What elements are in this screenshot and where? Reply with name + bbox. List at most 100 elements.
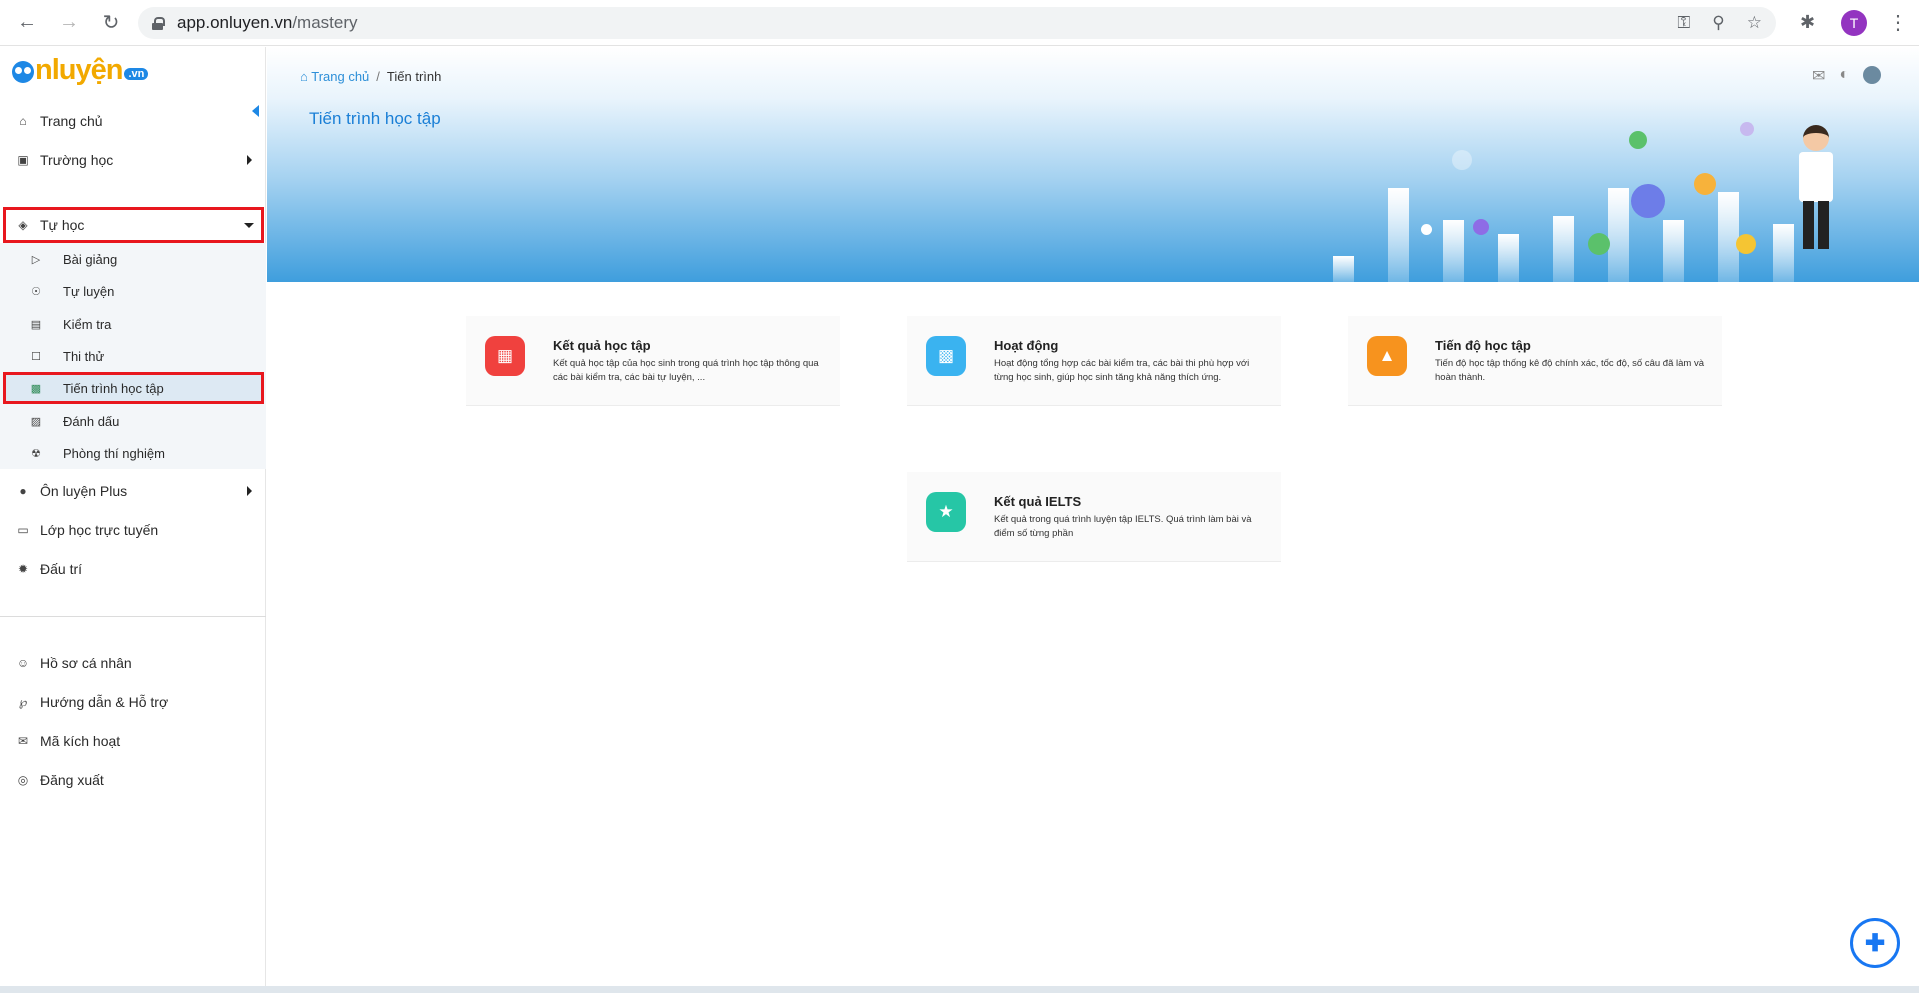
inbox-icon[interactable]: ✉ [1812, 66, 1825, 86]
sidebar-item-lop-hoc-truc-tuyen[interactable]: ▭ Lớp học trực tuyến [0, 511, 266, 549]
card-description: Hoạt động tổng hợp các bài kiểm tra, các… [994, 358, 1250, 383]
card-title: Kết quả học tập [553, 338, 651, 353]
decor-bubble [1421, 224, 1432, 235]
sidebar-item-ho-so-ca-nhan[interactable]: ☺ Hồ sơ cá nhân [0, 644, 266, 682]
growth-chart-icon: ▲ [1367, 336, 1407, 376]
forward-icon[interactable]: → [54, 8, 84, 38]
decor-bubble [1740, 122, 1754, 136]
sidebar-item-label: Hướng dẫn & Hỗ trợ [40, 694, 169, 710]
student-shirt [1799, 152, 1833, 202]
back-icon[interactable]: ← [12, 8, 42, 38]
practice-icon: ☉ [31, 285, 41, 298]
sidebar-item-truong-hoc[interactable]: ▣ Trường học [0, 141, 266, 179]
decor-bar [1773, 224, 1794, 282]
caret-down-icon [244, 222, 254, 228]
sidebar-item-dang-xuat[interactable]: ◎ Đăng xuất [0, 761, 266, 799]
card-tien-do-hoc-tap[interactable]: ▲ Tiến độ học tập Tiến độ học tập thống … [1348, 316, 1722, 406]
logo[interactable]: nluyện .vn [12, 54, 149, 86]
video-icon: ▷ [31, 253, 41, 266]
menu-icon[interactable]: ⋮ [1888, 10, 1908, 35]
card-title: Hoạt động [994, 338, 1059, 353]
sidebar-item-ma-kich-hoat[interactable]: ✉ Mã kích hoạt [0, 722, 266, 760]
sidebar-item-huong-dan[interactable]: ℘ Hướng dẫn & Hỗ trợ [0, 683, 266, 721]
sidebar-item-label: Đấu trí [40, 561, 83, 577]
graduation-cap-icon: ◈ [18, 218, 28, 232]
logo-suffix: .vn [124, 68, 149, 80]
lock-icon [152, 16, 165, 30]
sidebar-divider [0, 616, 266, 617]
theme-toggle-icon[interactable]: ◐ [1839, 66, 1849, 86]
sidebar-item-label: Ôn luyện Plus [40, 483, 128, 499]
decor-bar [1553, 216, 1574, 282]
puzzle-icon[interactable]: ✱ [1800, 12, 1815, 33]
messenger-chat-button[interactable]: ✚ [1850, 918, 1900, 968]
breadcrumb-current: Tiến trình [386, 69, 442, 84]
sub-item-danh-dau[interactable]: ▨ Đánh dấu [0, 405, 266, 437]
decor-bubble [1588, 233, 1610, 255]
sub-item-kiem-tra[interactable]: ▤ Kiểm tra [0, 308, 266, 340]
decor-bubble [1629, 131, 1647, 149]
sub-item-label: Thi thử [63, 348, 105, 364]
monitor-icon: ▭ [17, 523, 29, 537]
student-leg [1818, 201, 1829, 249]
sidebar-item-label: Trường học [40, 152, 114, 168]
submenu-tu-hoc: ▷ Bài giảng ☉ Tự luyện ▤ Kiểm tra ☐ Thi … [0, 243, 266, 469]
bottom-scrollbar[interactable] [0, 986, 1919, 993]
decor-bar [1498, 234, 1519, 282]
user-avatar[interactable] [1863, 66, 1882, 84]
key-icon[interactable]: ⚿ [1677, 13, 1690, 33]
profile-avatar[interactable]: T [1841, 10, 1867, 36]
sub-item-thi-thu[interactable]: ☐ Thi thử [0, 340, 266, 372]
decor-bar [1443, 220, 1464, 282]
help-icon: ℘ [18, 695, 28, 709]
sub-item-label: Kiểm tra [63, 316, 112, 332]
bookmark-icon: ▨ [30, 415, 42, 428]
url-text[interactable]: app.onluyen.vn/mastery [177, 13, 358, 33]
logo-text: nluyện [35, 54, 123, 86]
decor-bar [1663, 220, 1684, 282]
decor-bubble [1452, 150, 1472, 170]
sub-item-tien-trinh-hoc-tap[interactable]: ▩ Tiến trình học tập [3, 372, 264, 404]
zoom-icon[interactable]: ⚲ [1712, 13, 1724, 33]
breadcrumb-home-label: Trang chủ [311, 69, 370, 84]
card-description: Kết quả học tập của học sinh trong quá t… [553, 358, 819, 383]
decor-bubble [1473, 219, 1489, 235]
decor-bubble [1736, 234, 1756, 254]
decor-bar [1333, 256, 1354, 282]
math-bubble-icon [1631, 184, 1665, 218]
school-icon: ▣ [17, 153, 29, 167]
card-ket-qua-hoc-tap[interactable]: ▦ Kết quả học tập Kết quả học tập của họ… [466, 316, 840, 406]
page-title: Tiến trình học tập [309, 109, 441, 128]
star-icon[interactable]: ☆ [1747, 13, 1762, 33]
breadcrumb-separator: / [376, 69, 380, 84]
sidebar-item-on-luyen-plus[interactable]: ● Ôn luyện Plus [0, 472, 266, 510]
address-bar[interactable]: app.onluyen.vn/mastery ⚿ ⚲ ☆ [138, 7, 1776, 39]
decor-bar [1388, 188, 1409, 282]
power-icon: ◎ [17, 773, 29, 787]
sidebar-item-tu-hoc[interactable]: ◈ Tự học [3, 207, 264, 243]
user-icon: ☺ [16, 656, 30, 670]
reload-icon[interactable]: ↻ [96, 8, 126, 38]
sub-item-phong-thi-nghiem[interactable]: ☢ Phòng thí nghiệm [0, 437, 266, 469]
battle-icon: ✹ [17, 562, 29, 576]
student-head [1803, 125, 1829, 151]
url-host: app.onluyen.vn [177, 13, 293, 32]
sub-item-bai-giang[interactable]: ▷ Bài giảng [0, 243, 266, 275]
student-leg [1803, 201, 1814, 249]
card-title: Tiến độ học tập [1435, 338, 1531, 353]
card-hoat-dong[interactable]: ▩ Hoạt động Hoạt động tổng hợp các bài k… [907, 316, 1281, 406]
sidebar-item-trang-chu[interactable]: ⌂ Trang chủ [0, 102, 266, 140]
sub-item-tu-luyen[interactable]: ☉ Tự luyện [0, 275, 266, 307]
breadcrumb-home[interactable]: ⌂ Trang chủ [300, 69, 369, 84]
breadcrumb: ⌂ Trang chủ / Tiến trình [300, 69, 441, 84]
card-description: Tiến độ học tập thống kê độ chính xác, t… [1435, 358, 1704, 383]
card-ket-qua-ielts[interactable]: ★ Kết quả IELTS Kết quả trong quá trình … [907, 472, 1281, 562]
caret-right-icon [247, 486, 252, 496]
sub-item-label: Phòng thí nghiệm [63, 445, 165, 461]
decor-bubble [1694, 173, 1716, 195]
sidebar-item-dau-tri[interactable]: ✹ Đấu trí [0, 550, 266, 588]
url-path: /mastery [292, 13, 358, 32]
sidebar-item-label: Hồ sơ cá nhân [40, 655, 132, 671]
sub-item-label: Bài giảng [63, 251, 118, 267]
top-right-icons: ✉ ◐ [1812, 66, 1882, 86]
